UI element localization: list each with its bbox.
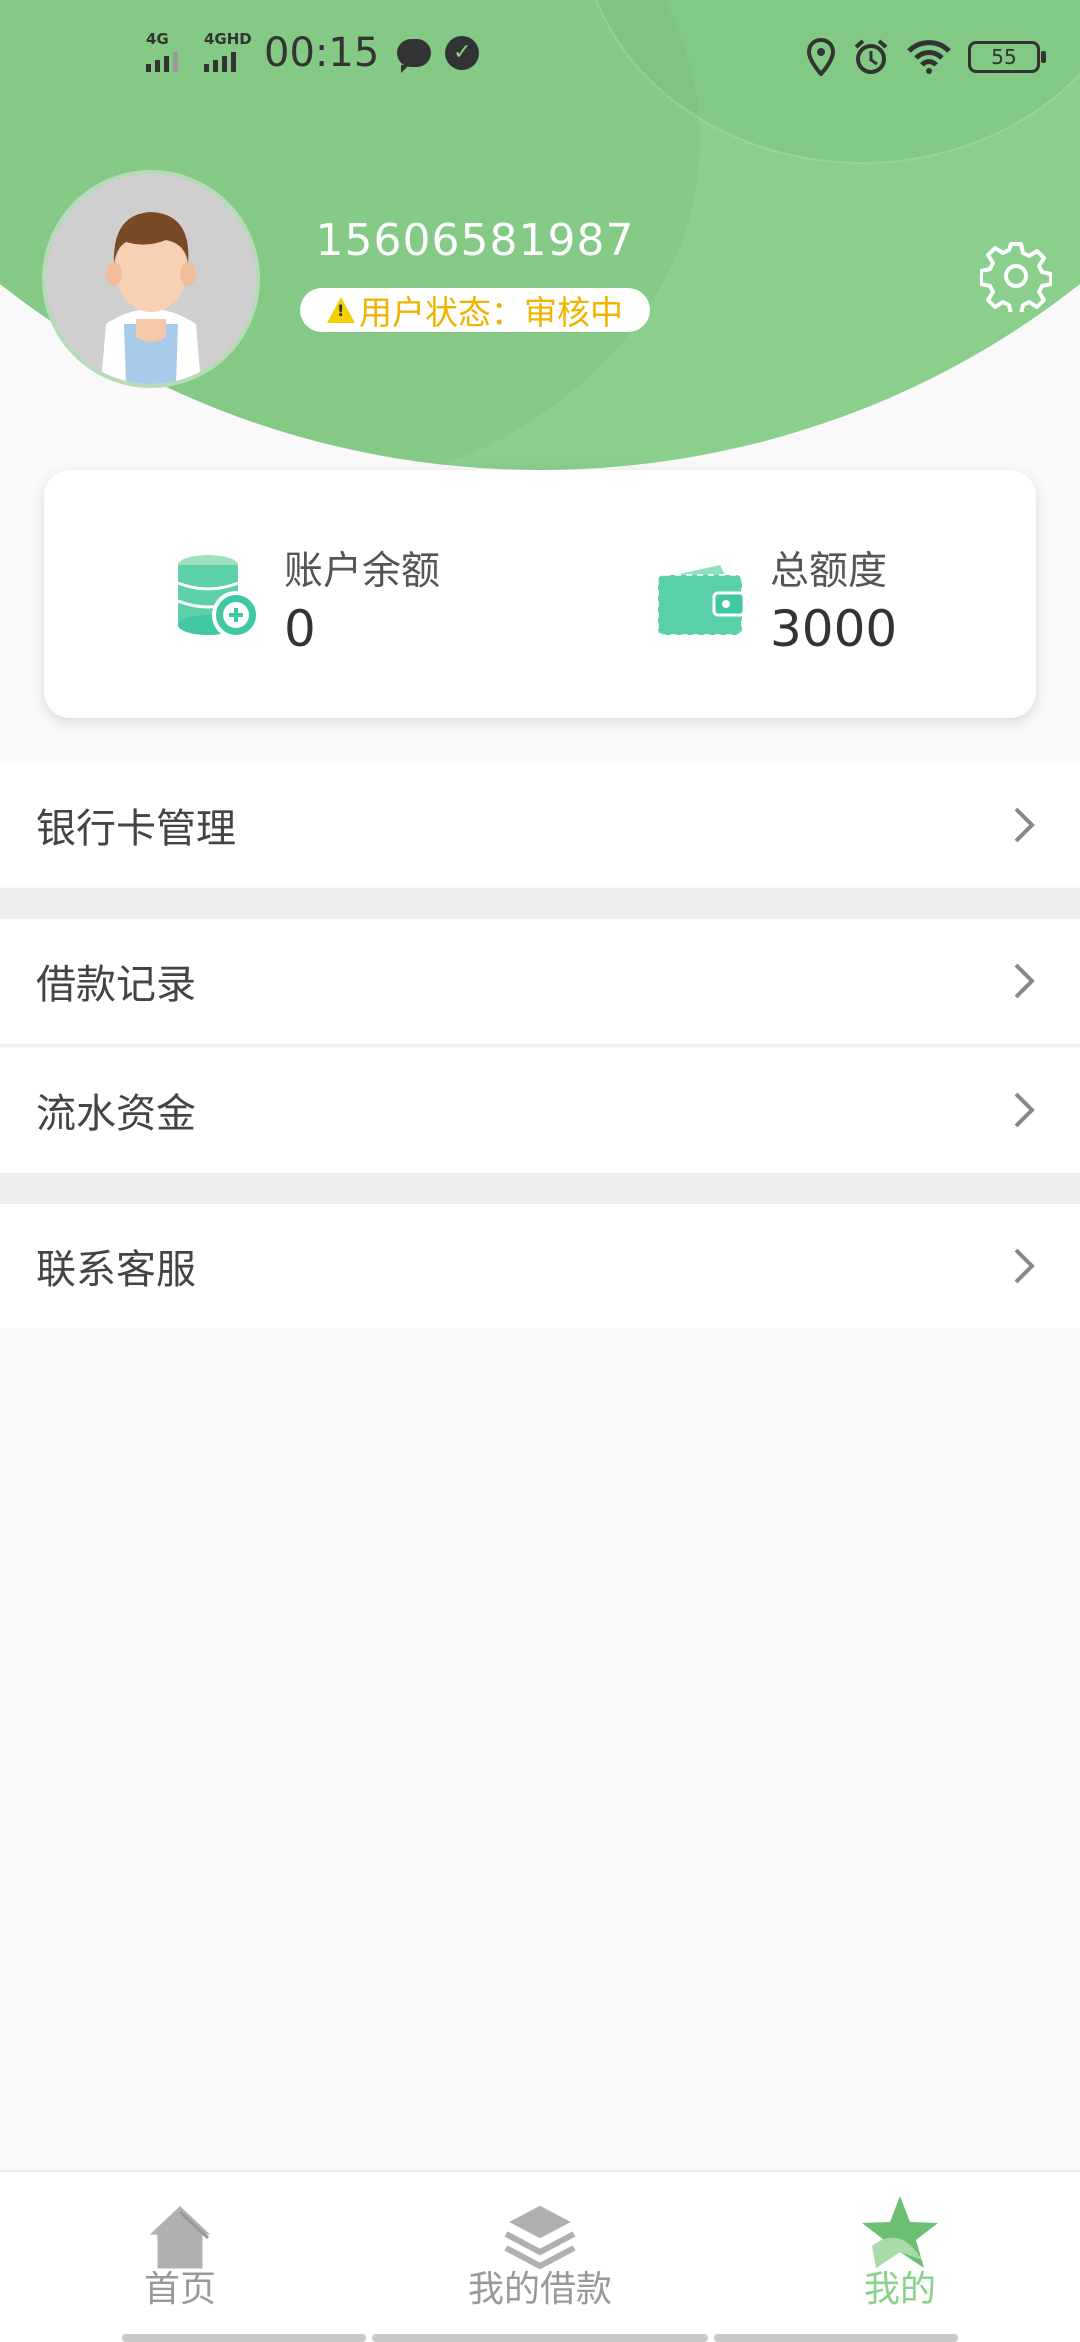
- balance-card: 账户余额 0 总额度 3000: [44, 470, 1036, 718]
- chevron-right-icon: [1014, 1092, 1035, 1128]
- tab-label: 我的借款: [467, 2269, 612, 2310]
- chevron-right-icon: [1014, 1248, 1035, 1284]
- battery-icon: 55: [968, 41, 1046, 73]
- nav-gesture-bar: [372, 2334, 708, 2342]
- alarm-icon: [854, 39, 888, 74]
- nav-gesture-bar: [122, 2334, 366, 2342]
- nav-gesture-bar: [714, 2334, 958, 2342]
- chevron-right-icon: [1014, 963, 1035, 999]
- message-icon: [397, 39, 432, 73]
- status-badge: ! 用户状态：审核中: [300, 288, 650, 332]
- menu-item-label: 联系客服: [36, 1247, 196, 1293]
- chevron-right-icon: [1014, 807, 1035, 843]
- menu-item-bank-card[interactable]: 银行卡管理: [0, 763, 1080, 887]
- balance-value: 0: [284, 600, 316, 658]
- wifi-icon: [907, 40, 951, 74]
- divider: [0, 1044, 1080, 1047]
- tab-home[interactable]: 首页: [60, 2196, 300, 2312]
- balance-stat[interactable]: 账户余额 0: [174, 540, 440, 658]
- coins-icon: [177, 555, 260, 639]
- menu-item-loan-records[interactable]: 借款记录: [0, 919, 1080, 1043]
- tab-label: 我的: [863, 2269, 936, 2310]
- balance-label: 账户余额: [284, 549, 441, 594]
- gear-icon[interactable]: [980, 240, 1052, 312]
- signal-icon: 4G: [142, 30, 190, 76]
- tab-mine[interactable]: 我的: [780, 2196, 1020, 2312]
- section-separator: [0, 888, 1080, 919]
- menu-item-label: 流水资金: [36, 1091, 196, 1137]
- status-text: 用户状态：审核中: [359, 293, 623, 332]
- limit-value: 3000: [770, 600, 898, 658]
- signal-icon-2: 4GHD: [200, 30, 252, 76]
- wallet-icon: [657, 565, 746, 636]
- warning-icon: !: [327, 297, 355, 323]
- menu-item-customer-service[interactable]: 联系客服: [0, 1204, 1080, 1328]
- phone-number: 15606581987: [315, 215, 635, 266]
- tab-label: 首页: [143, 2269, 216, 2310]
- limit-label: 总额度: [770, 549, 888, 594]
- check-icon: ✓: [445, 36, 480, 70]
- menu-item-cash-flow[interactable]: 流水资金: [0, 1048, 1080, 1172]
- menu-item-label: 银行卡管理: [36, 806, 236, 852]
- section-separator: [0, 1173, 1080, 1204]
- avatar[interactable]: [42, 170, 260, 388]
- clock: 00:15: [264, 30, 380, 76]
- limit-stat[interactable]: 总额度 3000: [656, 540, 897, 658]
- menu-item-label: 借款记录: [36, 962, 196, 1008]
- status-bar: 4G 4GHD 00:15 ✓ 55: [0, 0, 1080, 120]
- location-icon: [806, 38, 836, 76]
- bottom-tab-bar: 首页 我的借款 我的: [0, 2170, 1080, 2342]
- tab-my-loans[interactable]: 我的借款: [420, 2196, 660, 2312]
